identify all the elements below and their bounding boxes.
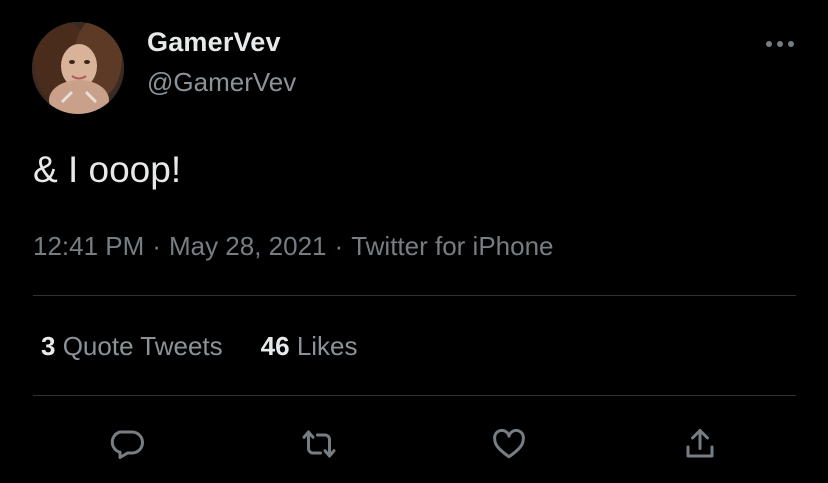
quote-tweets-count: 3 [41, 331, 56, 361]
divider [33, 295, 796, 296]
like-button[interactable] [487, 422, 531, 466]
tweet-actions [0, 422, 828, 466]
likes-stat[interactable]: 46 Likes [261, 331, 358, 362]
share-icon [686, 429, 714, 458]
tweet-stats: 3 Quote Tweets 46 Likes [41, 331, 396, 362]
tweet-time[interactable]: 12:41 PM [33, 231, 144, 261]
tweet-source[interactable]: Twitter for iPhone [351, 231, 553, 261]
reply-bubble-icon [110, 430, 144, 459]
divider [33, 395, 796, 396]
author-handle[interactable]: @GamerVev [147, 67, 296, 98]
tweet-date[interactable]: May 28, 2021 [169, 231, 327, 261]
meta-separator: · [152, 231, 161, 261]
share-button[interactable] [678, 422, 722, 466]
reply-button[interactable] [104, 422, 148, 466]
tweet-meta: 12:41 PM · May 28, 2021 · Twitter for iPhone [33, 231, 554, 262]
likes-label: Likes [296, 331, 358, 361]
quote-tweets-label: Quote Tweets [62, 331, 223, 361]
more-options-button[interactable] [760, 30, 800, 58]
heart-icon [493, 428, 525, 459]
tweet-detail: GamerVev @GamerVev & I ooop! 12:41 PM · Ma… [0, 0, 828, 483]
likes-count: 46 [260, 331, 290, 361]
more-horizontal-icon [766, 41, 794, 47]
quote-tweets-stat[interactable]: 3 Quote Tweets [41, 331, 223, 362]
meta-separator: · [334, 231, 344, 261]
avatar[interactable] [32, 22, 124, 114]
retweet-icon [302, 430, 336, 458]
tweet-text: & I ooop! [33, 149, 182, 190]
retweet-button[interactable] [297, 422, 341, 466]
author-display-name[interactable]: GamerVev [147, 27, 281, 58]
avatar-image [32, 22, 124, 114]
